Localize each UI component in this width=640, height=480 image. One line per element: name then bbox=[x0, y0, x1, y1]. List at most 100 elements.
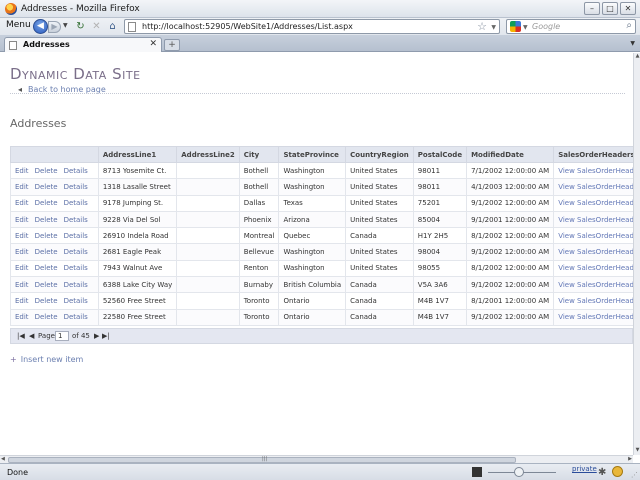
forward-button[interactable]: ▶ bbox=[48, 21, 61, 33]
vertical-scrollbar[interactable]: ▲ ▼ bbox=[633, 53, 640, 455]
addon-icon[interactable] bbox=[472, 467, 482, 477]
engine-dropdown-icon[interactable]: ▼ bbox=[523, 24, 528, 31]
bookmark-star-icon[interactable]: ☆ bbox=[477, 20, 487, 33]
private-browsing-link[interactable]: private bbox=[572, 465, 597, 473]
url-dropdown-icon[interactable]: ▼ bbox=[491, 24, 496, 31]
insert-new-item-link[interactable]: + Insert new item bbox=[10, 355, 83, 364]
back-button[interactable]: ◀ bbox=[33, 19, 48, 34]
details-link[interactable]: Details bbox=[64, 216, 88, 224]
table-cell: Bothell bbox=[238, 161, 280, 180]
table-cell: Dallas bbox=[238, 194, 280, 212]
edit-link[interactable]: Edit bbox=[15, 281, 29, 289]
page-number-input[interactable]: 1 bbox=[55, 331, 69, 341]
scroll-up-icon[interactable]: ▲ bbox=[634, 53, 640, 61]
url-text[interactable]: http://localhost:52905/WebSite1/Addresse… bbox=[142, 22, 353, 31]
column-header[interactable]: AddressLine2 bbox=[176, 146, 240, 163]
view-salesorderheaders-link[interactable]: View SalesOrderHeaders bbox=[553, 194, 633, 212]
search-bar[interactable]: ▼ Google ⌕ bbox=[506, 19, 636, 34]
details-link[interactable]: Details bbox=[64, 248, 88, 256]
column-header[interactable]: AddressLine1 bbox=[97, 146, 178, 163]
scroll-right-icon[interactable]: ▶ bbox=[628, 456, 632, 462]
edit-link[interactable]: Edit bbox=[15, 264, 29, 272]
delete-link[interactable]: Delete bbox=[35, 232, 58, 240]
column-header[interactable]: SalesOrderHeaders bbox=[553, 146, 633, 163]
details-link[interactable]: Details bbox=[64, 183, 88, 191]
table-cell: 22580 Free Street bbox=[97, 308, 178, 326]
close-window-button[interactable]: ✕ bbox=[620, 2, 636, 15]
list-tabs-icon[interactable]: ▼ bbox=[630, 40, 635, 47]
details-link[interactable]: Details bbox=[64, 167, 88, 175]
view-salesorderheaders-link[interactable]: View SalesOrderHeaders bbox=[553, 243, 633, 261]
history-dropdown-icon[interactable]: ▼ bbox=[63, 22, 68, 29]
details-link[interactable]: Details bbox=[64, 281, 88, 289]
edit-link[interactable]: Edit bbox=[15, 297, 29, 305]
view-salesorderheaders-link[interactable]: View SalesOrderHeaders bbox=[553, 178, 633, 196]
stop-icon[interactable]: ✕ bbox=[90, 20, 103, 33]
column-header[interactable]: StateProvince bbox=[278, 146, 347, 163]
resize-grip-icon[interactable]: ⋰ bbox=[631, 471, 638, 479]
table-cell: 26910 Indela Road bbox=[97, 227, 178, 245]
scroll-left-icon[interactable]: ◀ bbox=[1, 456, 5, 462]
column-header[interactable]: City bbox=[238, 146, 280, 163]
edit-link[interactable]: Edit bbox=[15, 167, 29, 175]
details-link[interactable]: Details bbox=[64, 313, 88, 321]
details-link[interactable]: Details bbox=[64, 297, 88, 305]
column-header[interactable]: PostalCode bbox=[412, 146, 468, 163]
first-page-icon[interactable]: |◀ bbox=[17, 332, 25, 340]
details-link[interactable]: Details bbox=[64, 264, 88, 272]
search-icon[interactable]: ⌕ bbox=[626, 20, 632, 31]
delete-link[interactable]: Delete bbox=[35, 264, 58, 272]
delete-link[interactable]: Delete bbox=[35, 199, 58, 207]
previous-page-icon[interactable]: ◀ bbox=[29, 332, 34, 340]
zoom-slider-knob[interactable] bbox=[514, 467, 524, 477]
table-cell bbox=[176, 276, 240, 294]
menu-button[interactable]: Menu bbox=[6, 20, 31, 30]
delete-link[interactable]: Delete bbox=[35, 183, 58, 191]
edit-link[interactable]: Edit bbox=[15, 199, 29, 207]
new-tab-button[interactable]: + bbox=[164, 39, 180, 51]
details-link[interactable]: Details bbox=[64, 232, 88, 240]
view-salesorderheaders-link[interactable]: View SalesOrderHeaders bbox=[553, 210, 633, 229]
table-cell: 98055 bbox=[412, 259, 468, 278]
view-salesorderheaders-link[interactable]: View SalesOrderHeaders bbox=[553, 227, 633, 245]
home-icon[interactable]: ⌂ bbox=[106, 20, 119, 33]
column-header[interactable]: CountryRegion bbox=[345, 146, 414, 163]
smiley-icon[interactable] bbox=[612, 466, 623, 477]
table-cell: Washington bbox=[278, 178, 347, 196]
horizontal-scrollbar[interactable]: ◀ ||| ▶ bbox=[0, 455, 633, 463]
address-bar[interactable]: http://localhost:52905/WebSite1/Addresse… bbox=[124, 19, 500, 34]
column-header[interactable]: ModifiedDate bbox=[466, 146, 555, 163]
page-content: Dynamic Data Site ◂ Back to home page Add… bbox=[0, 53, 633, 455]
reload-icon[interactable]: ↻ bbox=[74, 20, 87, 33]
delete-link[interactable]: Delete bbox=[35, 281, 58, 289]
details-link[interactable]: Details bbox=[64, 199, 88, 207]
google-engine-icon[interactable] bbox=[510, 21, 521, 32]
delete-link[interactable]: Delete bbox=[35, 248, 58, 256]
minimize-button[interactable]: – bbox=[584, 2, 600, 15]
view-salesorderheaders-link[interactable]: View SalesOrderHeaders bbox=[553, 276, 633, 294]
view-salesorderheaders-link[interactable]: View SalesOrderHeaders bbox=[553, 161, 633, 180]
delete-link[interactable]: Delete bbox=[35, 313, 58, 321]
delete-link[interactable]: Delete bbox=[35, 167, 58, 175]
view-salesorderheaders-link[interactable]: View SalesOrderHeaders bbox=[553, 308, 633, 326]
delete-link[interactable]: Delete bbox=[35, 216, 58, 224]
delete-link[interactable]: Delete bbox=[35, 297, 58, 305]
gear-icon[interactable]: ✱ bbox=[598, 467, 606, 478]
view-salesorderheaders-link[interactable]: View SalesOrderHeaders bbox=[553, 259, 633, 278]
scroll-down-icon[interactable]: ▼ bbox=[634, 447, 640, 455]
edit-link[interactable]: Edit bbox=[15, 216, 29, 224]
edit-link[interactable]: Edit bbox=[15, 232, 29, 240]
table-cell: United States bbox=[345, 178, 414, 196]
search-input[interactable]: Google bbox=[532, 22, 560, 31]
edit-link[interactable]: Edit bbox=[15, 183, 29, 191]
tab-addresses[interactable]: Addresses ✕ bbox=[4, 37, 162, 52]
close-tab-icon[interactable]: ✕ bbox=[149, 39, 157, 49]
last-page-icon[interactable]: ▶| bbox=[102, 332, 110, 340]
table-cell: United States bbox=[345, 259, 414, 278]
view-salesorderheaders-link[interactable]: View SalesOrderHeaders bbox=[553, 292, 633, 310]
row-actions: Edit Delete Details bbox=[10, 259, 99, 278]
edit-link[interactable]: Edit bbox=[15, 248, 29, 256]
maximize-button[interactable]: □ bbox=[602, 2, 618, 15]
edit-link[interactable]: Edit bbox=[15, 313, 29, 321]
next-page-icon[interactable]: ▶ bbox=[94, 332, 99, 340]
